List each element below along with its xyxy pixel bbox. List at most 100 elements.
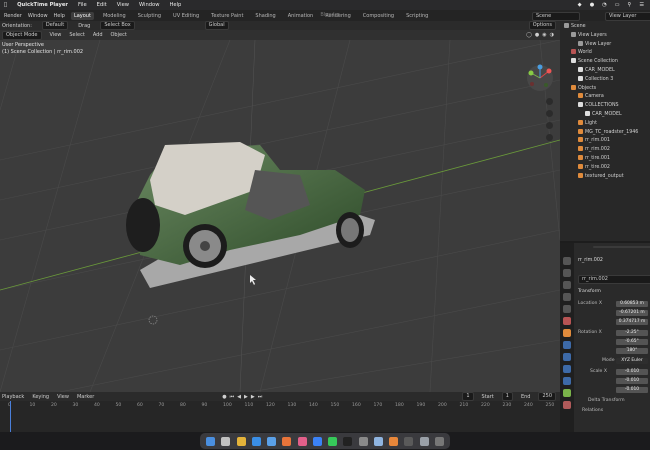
tool-tab-icon[interactable]	[563, 257, 571, 265]
tab-texture-paint[interactable]: Texture Paint	[208, 12, 246, 20]
menu-window[interactable]: Window	[139, 2, 159, 8]
object-name-field[interactable]: rr_rim.002	[578, 275, 650, 284]
modifier-tab-icon[interactable]	[563, 341, 571, 349]
outliner-row[interactable]: Collection 3	[560, 75, 650, 85]
grid-toggle-icon[interactable]	[546, 134, 553, 141]
solid-shading-icon[interactable]: ●	[535, 32, 539, 38]
safari-icon[interactable]	[251, 436, 261, 446]
scene-selector[interactable]: Scene	[532, 12, 580, 21]
outliner-row[interactable]: Scene	[560, 23, 650, 32]
3d-viewport[interactable]: User Perspective (1) Scene Collection | …	[0, 40, 560, 392]
outliner-row[interactable]: rr_tire.002	[560, 163, 650, 173]
record-icon[interactable]: ●	[222, 394, 226, 400]
viewport-canvas[interactable]	[0, 40, 560, 392]
pan-hand-icon[interactable]	[546, 110, 553, 117]
apple-icon[interactable]: 	[4, 2, 7, 8]
scene-tab-icon[interactable]	[563, 305, 571, 313]
photos-icon[interactable]	[297, 436, 307, 446]
menu-keying[interactable]: Keying	[32, 394, 49, 400]
firefox-icon[interactable]	[282, 436, 292, 446]
data-tab-icon[interactable]	[563, 389, 571, 397]
tab-compositing[interactable]: Compositing	[360, 12, 397, 20]
outliner-row[interactable]: COLLECTIONS	[560, 102, 650, 111]
menu-edit[interactable]: Edit	[97, 2, 107, 8]
world-tab-icon[interactable]	[563, 317, 571, 325]
navigation-gizmo[interactable]	[527, 64, 553, 92]
menu-help[interactable]: Help	[169, 2, 181, 8]
trash-icon[interactable]	[434, 436, 444, 446]
rotation-y-value[interactable]: -0.65°	[616, 339, 648, 345]
outliner-row[interactable]: MG_TC_roadster_1946	[560, 128, 650, 138]
preview-icon[interactable]	[373, 436, 383, 446]
menu-render[interactable]: Render	[4, 13, 22, 19]
control-center-icon[interactable]: ☰	[639, 2, 644, 8]
playhead[interactable]	[10, 401, 11, 432]
tab-shading[interactable]: Shading	[252, 12, 278, 20]
scale-y-value[interactable]: -0.010	[616, 378, 648, 384]
outliner-row[interactable]: Camera	[560, 93, 650, 102]
outliner-row[interactable]: CAR_MODEL	[560, 67, 650, 76]
menu-add[interactable]: Add	[93, 32, 103, 38]
jump-end-icon[interactable]: ⏭	[258, 394, 263, 400]
menu-playback[interactable]: Playback	[2, 394, 24, 400]
menu-file[interactable]: File	[78, 2, 87, 8]
options-dropdown[interactable]: Options	[528, 21, 556, 30]
tab-scripting[interactable]: Scripting	[403, 12, 431, 20]
menu-view[interactable]: View	[50, 32, 62, 38]
outliner-row[interactable]: View Layer	[560, 40, 650, 50]
appstore-icon[interactable]	[312, 436, 322, 446]
prev-key-icon[interactable]: ◀	[237, 394, 241, 400]
material-shading-icon[interactable]: ◉	[542, 32, 546, 38]
drag-dropdown[interactable]: Select Box	[100, 21, 135, 30]
zoom-icon[interactable]	[546, 98, 553, 105]
tab-uv-editing[interactable]: UV Editing	[170, 12, 202, 20]
tab-layout[interactable]: Layout	[70, 11, 94, 20]
blender-icon[interactable]	[389, 436, 399, 446]
menu-select[interactable]: Select	[69, 32, 84, 38]
render-tab-icon[interactable]	[563, 269, 571, 277]
relations-header[interactable]: Relations	[578, 407, 648, 415]
outliner-row[interactable]: Objects	[560, 84, 650, 94]
app-name[interactable]: QuickTime Player	[17, 2, 68, 8]
menu-window[interactable]: Window	[28, 13, 48, 19]
current-frame-field[interactable]: 1	[462, 392, 474, 401]
outliner-row[interactable]: textured_output	[560, 172, 650, 182]
object-tab-icon[interactable]	[563, 329, 571, 337]
camera-view-icon[interactable]	[546, 122, 553, 129]
chrome-icon[interactable]	[236, 436, 246, 446]
tab-sculpting[interactable]: Sculpting	[135, 12, 164, 20]
transform-panel-header[interactable]: Transform	[578, 288, 648, 296]
outliner-row[interactable]: CAR_MODEL	[560, 111, 650, 120]
rotation-mode-dropdown[interactable]: XYZ Euler	[616, 358, 648, 364]
settings-icon[interactable]	[358, 436, 368, 446]
search-icon[interactable]: ⚲	[628, 2, 632, 8]
finder-icon[interactable]	[206, 436, 216, 446]
outliner-row[interactable]: rr_rim.002	[560, 146, 650, 155]
location-z-value[interactable]: 0.374717 m	[616, 319, 648, 325]
orientation-dropdown[interactable]: Default	[41, 21, 69, 30]
start-frame-field[interactable]: 1	[501, 392, 513, 401]
delta-transform-header[interactable]: Delta Transform	[578, 397, 648, 405]
transform-pivot-dropdown[interactable]: Global	[204, 21, 229, 30]
location-x-value[interactable]: 0.60853 m	[616, 301, 648, 307]
view-layer-selector[interactable]: View Layer	[605, 12, 650, 21]
outliner-row[interactable]: Light	[560, 119, 650, 129]
rotation-x-value[interactable]: -2.25°	[616, 330, 648, 336]
outliner-row[interactable]: World	[560, 49, 650, 58]
end-frame-field[interactable]: 250	[538, 392, 556, 401]
menu-object[interactable]: Object	[111, 32, 127, 38]
quicktime-icon[interactable]	[404, 436, 414, 446]
wireframe-shading-icon[interactable]: ◯	[526, 32, 532, 38]
launchpad-icon[interactable]	[221, 436, 231, 446]
outliner-row[interactable]: rr_tire.001	[560, 155, 650, 164]
scale-z-value[interactable]: -0.010	[616, 387, 648, 393]
properties-search-input[interactable]	[593, 246, 650, 248]
rendered-shading-icon[interactable]: ◑	[550, 32, 554, 38]
tab-modeling[interactable]: Modeling	[100, 12, 129, 20]
rotation-z-value[interactable]: 180°	[616, 348, 648, 354]
particles-tab-icon[interactable]	[563, 353, 571, 361]
play-icon[interactable]: ▶	[244, 394, 248, 400]
bluetooth-icon[interactable]: ●	[590, 2, 595, 8]
messages-icon[interactable]	[328, 436, 338, 446]
menu-help[interactable]: Help	[54, 13, 65, 19]
